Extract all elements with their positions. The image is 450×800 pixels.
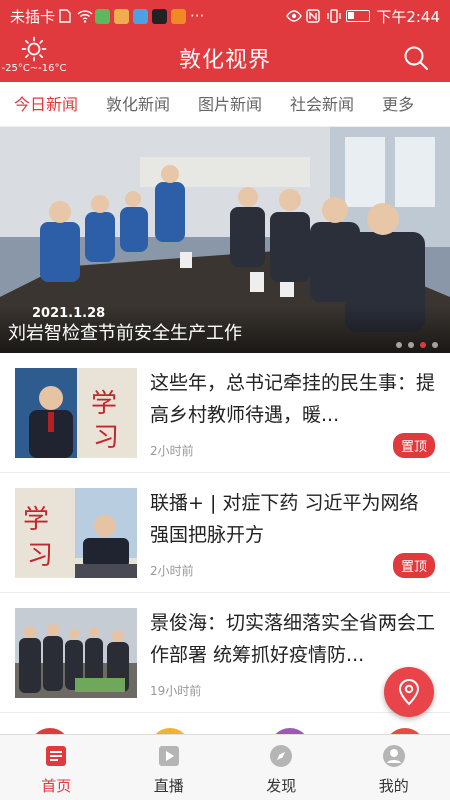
carrier-text: 未插卡: [10, 7, 56, 26]
pinned-badge: 置顶: [392, 553, 435, 578]
clock-text: 下午2:44: [376, 7, 440, 26]
app-notification-icon: [95, 8, 111, 24]
search-icon: [404, 46, 428, 70]
battery-icon: [346, 10, 371, 22]
news-icon: [46, 746, 67, 766]
study-glyph: 习: [93, 423, 119, 453]
study-glyph: 学: [91, 389, 117, 419]
tab-photo-news[interactable]: 图片新闻: [184, 82, 276, 127]
news-time: 19小时前: [150, 684, 202, 698]
app-notification-icon: [152, 8, 168, 24]
study-glyph: 习: [27, 541, 53, 571]
carousel-indicator: [396, 342, 438, 348]
carousel-dot-active[interactable]: [420, 342, 426, 348]
status-bar: 未插卡 ··· 下午2:44: [0, 0, 450, 32]
nav-discover[interactable]: 发现: [225, 735, 338, 800]
nav-label: 首页: [41, 777, 72, 795]
tab-social-news[interactable]: 社会新闻: [276, 82, 368, 127]
search-button[interactable]: [402, 44, 430, 72]
wifi-icon: [77, 9, 93, 23]
carousel-dot[interactable]: [408, 342, 414, 348]
news-item[interactable]: 学 习 联播+ | 对症下药 习近平为网络强国把脉开方 2小时前 置顶: [0, 473, 450, 593]
page-title: 敦化视界: [178, 48, 271, 73]
news-item[interactable]: 景俊海：切实落细落实全省两会工作部署 统筹抓好疫情防... 19小时前: [0, 593, 450, 713]
category-tabs: 今日新闻 敦化新闻 图片新闻 社会新闻 更多: [0, 82, 450, 127]
bottom-navigation: 首页 直播 发现 我的: [0, 734, 450, 800]
tab-more[interactable]: 更多: [368, 82, 428, 127]
compass-icon: [270, 745, 293, 767]
nav-label: 直播: [153, 777, 184, 795]
tab-today-news[interactable]: 今日新闻: [0, 82, 92, 127]
vibrate-icon: [326, 9, 342, 23]
user-icon: [382, 745, 405, 767]
carousel-dot[interactable]: [432, 342, 438, 348]
next-list-row-peek: [0, 712, 450, 734]
news-time: 2小时前: [150, 444, 194, 458]
banner-caption: 刘岩智检查节前安全生产工作: [8, 323, 242, 344]
news-title: 这些年，总书记牵挂的民生事：提高乡村教师待遇，暖...: [150, 372, 435, 426]
news-title: 联播+ | 对症下药 习近平为网络强国把脉开方: [150, 492, 419, 546]
app-notification-icon: [171, 8, 187, 24]
nfc-icon: [306, 9, 321, 23]
banner-carousel[interactable]: 2021.1.28 刘岩智检查节前安全生产工作: [0, 127, 450, 353]
news-thumbnail: [15, 608, 137, 698]
eye-icon: [286, 9, 303, 23]
news-thumbnail: 学 习: [15, 368, 137, 458]
tab-dunhua-news[interactable]: 敦化新闻: [92, 82, 184, 127]
news-item[interactable]: 学 习 这些年，总书记牵挂的民生事：提高乡村教师待遇，暖... 2小时前 置顶: [0, 353, 450, 473]
nav-home[interactable]: 首页: [0, 735, 113, 800]
news-title: 景俊海：切实落细落实全省两会工作部署 统筹抓好疫情防...: [150, 612, 435, 666]
study-glyph: 学: [23, 505, 49, 535]
app-notification-icon: [133, 8, 149, 24]
news-list: 学 习 这些年，总书记牵挂的民生事：提高乡村教师待遇，暖... 2小时前 置顶 …: [0, 353, 450, 713]
carousel-dot[interactable]: [396, 342, 402, 348]
nav-live[interactable]: 直播: [113, 735, 226, 800]
nav-label: 我的: [378, 777, 409, 795]
nav-label: 发现: [266, 777, 297, 795]
sim-icon: [59, 9, 73, 23]
news-time: 2小时前: [150, 564, 194, 578]
news-thumbnail: 学 习: [15, 488, 137, 578]
more-notifications-icon: ···: [190, 7, 205, 25]
nav-mine[interactable]: 我的: [338, 735, 450, 800]
app-header: -25°C~-16°C 敦化视界: [0, 32, 450, 82]
location-fab[interactable]: [384, 667, 434, 717]
app-notification-icon: [114, 8, 130, 24]
location-pin-icon: [398, 678, 420, 706]
video-icon: [158, 746, 179, 766]
pinned-badge: 置顶: [392, 433, 435, 458]
